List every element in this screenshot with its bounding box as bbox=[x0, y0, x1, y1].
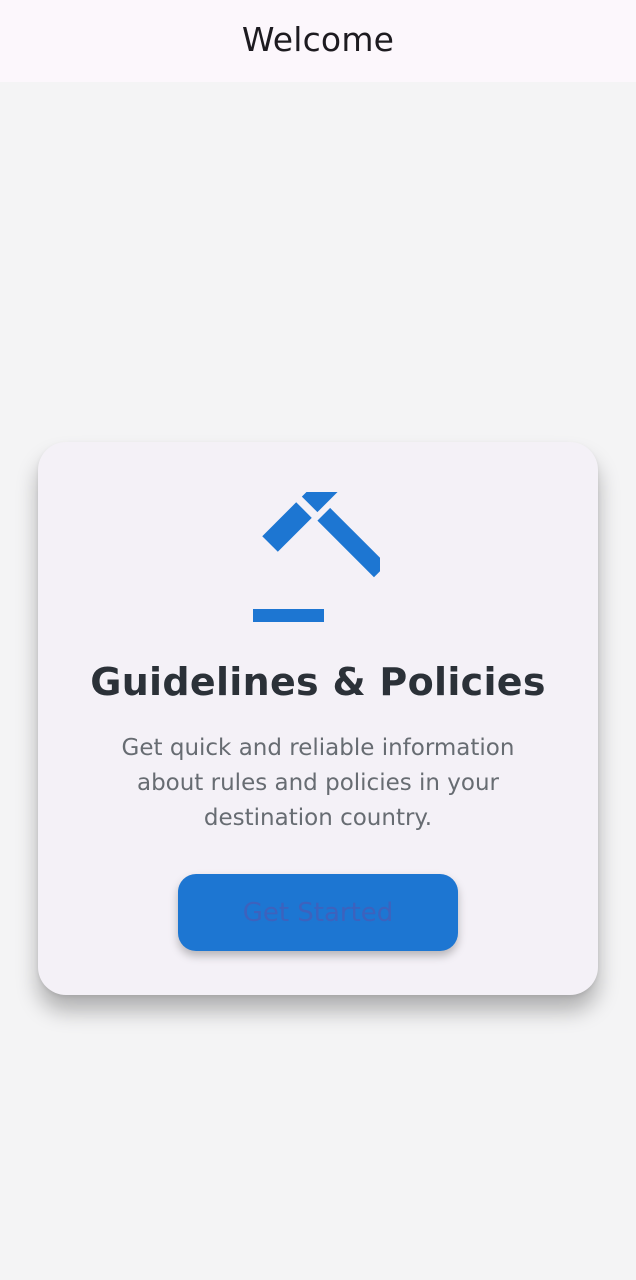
get-started-label: Get Started bbox=[242, 897, 394, 928]
app-bar: Welcome bbox=[0, 0, 636, 82]
get-started-button[interactable]: Get Started bbox=[178, 874, 458, 951]
card-description: Get quick and reliable information about… bbox=[121, 735, 515, 831]
gavel-icon bbox=[253, 492, 380, 622]
page-title: Welcome bbox=[241, 19, 395, 59]
card-title: Guidelines & Policies bbox=[90, 660, 546, 704]
